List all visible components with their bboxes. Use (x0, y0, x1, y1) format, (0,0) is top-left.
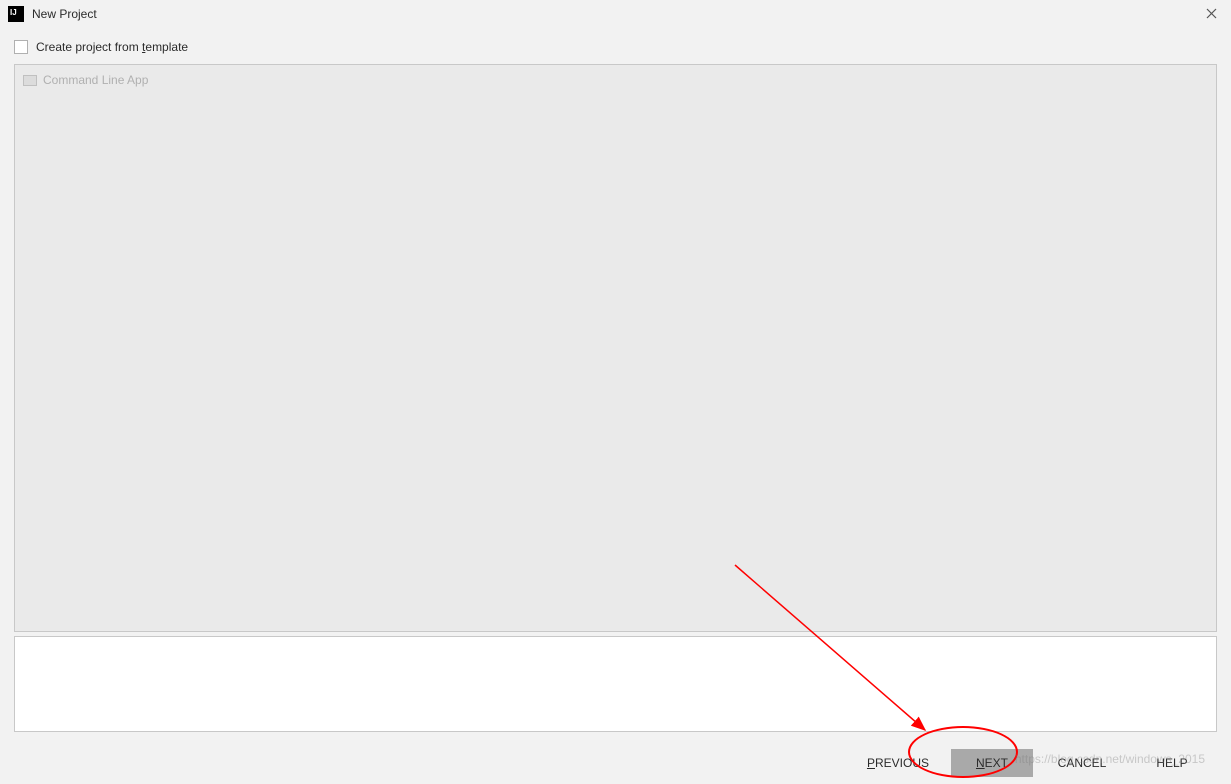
app-icon (8, 6, 24, 22)
cancel-label: CANCEL (1058, 756, 1107, 770)
help-button[interactable]: HELP (1131, 749, 1213, 777)
template-checkbox-row: Create project from template (14, 40, 1217, 54)
close-button[interactable] (1201, 3, 1221, 23)
next-rest: EXT (985, 756, 1008, 770)
label-suffix: emplate (145, 40, 188, 54)
template-item-command-line[interactable]: Command Line App (23, 71, 1208, 89)
previous-rest: REVIOUS (875, 756, 929, 770)
titlebar: New Project (0, 0, 1231, 28)
template-checkbox[interactable] (14, 40, 28, 54)
previous-button[interactable]: PREVIOUS (853, 749, 943, 777)
help-label: HELP (1156, 756, 1187, 770)
template-item-label: Command Line App (43, 73, 148, 87)
window-title: New Project (32, 7, 97, 21)
previous-mnemonic: P (867, 756, 875, 770)
label-prefix: Create project from (36, 40, 142, 54)
next-button[interactable]: NEXT (951, 749, 1033, 777)
close-icon (1206, 8, 1217, 19)
template-list-panel: Command Line App (14, 64, 1217, 632)
console-icon (23, 75, 37, 86)
button-bar: PREVIOUS NEXT CANCEL HELP (0, 742, 1231, 784)
template-checkbox-label[interactable]: Create project from template (36, 40, 188, 54)
next-mnemonic: N (976, 756, 985, 770)
description-panel (14, 636, 1217, 732)
content-area: Create project from template Command Lin… (0, 28, 1231, 732)
cancel-button[interactable]: CANCEL (1041, 749, 1123, 777)
